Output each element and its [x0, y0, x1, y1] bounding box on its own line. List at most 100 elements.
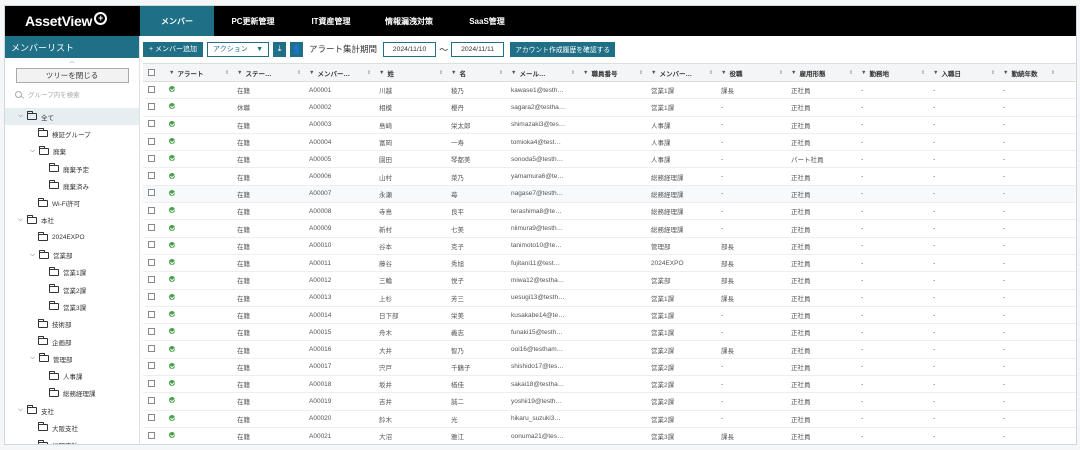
table-row[interactable]: 在籍 A00021 大沼 雅江 oonuma21@tes… 営業3課 課長 正社員 - - -: [143, 428, 1076, 444]
row-checkbox[interactable]: [143, 206, 165, 216]
row-checkbox[interactable]: [143, 379, 165, 389]
row-checkbox[interactable]: [143, 414, 165, 423]
table-row[interactable]: 在籍 A00007 永瀬 苺 nagase7@testh… 総務経理課 - 正社員 - - -: [143, 185, 1076, 204]
tree-node[interactable]: 営業1課: [5, 264, 139, 281]
filter-icon[interactable]: ▼: [451, 70, 456, 76]
table-row[interactable]: 在籍 A00014 日下部 栄美 kusakabe14@te… 営業1課 - 正社員 - - -: [143, 307, 1076, 325]
table-row[interactable]: 在籍 A00006 山村 菜乃 yamamura6@te… 総務経理課 - 正社員 - - -: [143, 168, 1076, 186]
tree-node[interactable]: 大阪支社: [5, 419, 139, 436]
row-checkbox[interactable]: [143, 345, 165, 354]
filter-icon[interactable]: ▼: [511, 70, 516, 76]
sort-icon[interactable]: ⇕: [297, 70, 301, 76]
table-row[interactable]: 在籍 A00016 大井 智乃 ooi16@testham… 営業2課 課長 正社員 - - -: [143, 341, 1076, 359]
tree-node[interactable]: ⌵ 支社: [5, 402, 139, 419]
column-header[interactable]: ▼ 入職日 ⇕: [929, 68, 999, 78]
filter-icon[interactable]: ▼: [651, 70, 656, 76]
column-header[interactable]: ▼ 勤務地 ⇕: [857, 68, 929, 78]
sort-icon[interactable]: ⇕: [367, 70, 371, 76]
table-cell[interactable]: A00002: [305, 104, 375, 111]
table-cell[interactable]: A00016: [305, 346, 375, 353]
row-checkbox[interactable]: [143, 224, 165, 233]
table-row[interactable]: 在籍 A00015 舟木 義志 funaki15@testh… 営業1課 - 正社員 - - -: [143, 324, 1076, 342]
table-row[interactable]: 在籍 A00011 藤谷 秀旭 fujitani11@test… 2024EXPO 部長 正社…: [143, 255, 1076, 273]
tree-node[interactable]: ⌵ 管理部: [5, 350, 139, 367]
table-cell[interactable]: A00011: [305, 260, 375, 267]
nav-tab-members[interactable]: メンバー: [140, 6, 214, 36]
table-row[interactable]: 在籍 A00012 三輪 悦子 miwa12@testha… 営業部 部長 正社員 - - -: [143, 272, 1076, 290]
logo[interactable]: AssetView +: [5, 6, 140, 36]
user-export-icon[interactable]: 👤: [290, 41, 304, 57]
nav-tab-it-assets[interactable]: IT資産管理: [292, 6, 370, 36]
filter-icon[interactable]: ▼: [721, 70, 726, 76]
table-cell[interactable]: A00005: [305, 156, 375, 163]
tree-node[interactable]: Wi-Fi許可: [5, 194, 139, 211]
nav-tab-leak-prevention[interactable]: 情報漏洩対策: [370, 6, 448, 36]
table-cell[interactable]: A00012: [305, 277, 375, 284]
row-checkbox[interactable]: [143, 102, 165, 112]
column-header[interactable]: ▼ ステー… ⇕: [233, 68, 305, 78]
table-cell[interactable]: A00014: [305, 312, 375, 319]
column-header[interactable]: ▼ 名 ⇕: [447, 68, 507, 78]
row-checkbox[interactable]: [143, 275, 165, 285]
table-cell[interactable]: A00008: [305, 208, 375, 215]
column-header[interactable]: ▼ メンバー… ⇕: [305, 68, 375, 78]
table-row[interactable]: 在籍 A00004 富岡 一寿 tomioka4@test… 人事課 - 正社員 - - -: [143, 134, 1076, 152]
row-checkbox[interactable]: [143, 189, 165, 198]
download-icon[interactable]: ⤓: [273, 41, 287, 57]
sort-icon[interactable]: ⇕: [779, 70, 783, 76]
date-to-input[interactable]: 2024/11/11: [451, 41, 505, 57]
row-checkbox[interactable]: [143, 327, 165, 337]
table-row[interactable]: 在籍 A00005 園田 琴都美 sonoda5@testh… 人事課 - パート社員 - - -: [143, 151, 1076, 169]
table-cell[interactable]: A00015: [305, 329, 375, 336]
expand-caret-icon[interactable]: ⌵: [17, 407, 24, 414]
tree-node[interactable]: 福岡支社: [5, 437, 139, 444]
table-row[interactable]: 在籍 A00003 島崎 栄太郎 shimazaki3@tes… 人事課 - 正社員 - - -: [143, 117, 1076, 134]
sort-icon[interactable]: ⇕: [571, 70, 575, 76]
collapse-tree-button[interactable]: ツリーを閉じる: [15, 68, 129, 83]
column-header[interactable]: ▼ 雇用形態 ⇕: [787, 68, 857, 78]
row-checkbox[interactable]: [143, 362, 165, 371]
filter-icon[interactable]: ▼: [237, 70, 242, 76]
row-checkbox[interactable]: [143, 310, 165, 320]
account-history-button[interactable]: アカウント作成履歴を確認する: [510, 41, 616, 57]
tree-node[interactable]: ⌵ 営業部: [5, 246, 139, 263]
action-dropdown[interactable]: アクション ▼: [207, 41, 270, 57]
sort-icon[interactable]: ⇕: [639, 70, 643, 76]
table-cell[interactable]: A00021: [305, 433, 375, 440]
column-header[interactable]: ▼ 勤続年数 ⇕: [999, 68, 1059, 78]
sort-icon[interactable]: ⇕: [991, 70, 995, 76]
table-cell[interactable]: A00007: [305, 190, 375, 197]
row-checkbox[interactable]: [143, 396, 165, 406]
sort-icon[interactable]: ⇕: [1051, 70, 1055, 76]
tree-node[interactable]: 廃棄予定: [5, 160, 139, 177]
table-cell[interactable]: A00017: [305, 363, 375, 370]
date-from-input[interactable]: 2024/11/10: [383, 41, 437, 57]
table-cell[interactable]: A00019: [305, 398, 375, 405]
table-row[interactable]: 在籍 A00018 坂井 楢佳 sakai18@testha… 営業2課 - 正社員 - - -: [143, 376, 1076, 394]
filter-icon[interactable]: ▼: [169, 70, 174, 76]
add-member-button[interactable]: + メンバー追加: [143, 41, 204, 57]
table-row[interactable]: 在籍 A00001 川越 稜乃 kawase1@testh… 営業1課 課長 正社員 - - -: [143, 82, 1076, 100]
tree-node[interactable]: ⌵ 全て: [5, 108, 139, 126]
sort-icon[interactable]: ⇕: [225, 70, 229, 76]
expand-caret-icon[interactable]: ⌵: [17, 217, 24, 224]
table-cell[interactable]: A00010: [305, 242, 375, 249]
filter-icon[interactable]: ▼: [1003, 70, 1008, 76]
tree-node[interactable]: 技術部: [5, 316, 139, 333]
expand-caret-icon[interactable]: ⌵: [29, 148, 36, 155]
tree-node[interactable]: 人事課: [5, 367, 139, 384]
row-checkbox[interactable]: [143, 137, 165, 147]
row-checkbox[interactable]: [143, 154, 165, 164]
table-cell[interactable]: A00018: [305, 381, 375, 388]
row-checkbox[interactable]: [143, 431, 165, 441]
nav-tab-pc-update[interactable]: PC更新管理: [214, 6, 292, 36]
sort-icon[interactable]: ⇕: [921, 70, 925, 76]
row-checkbox[interactable]: [143, 241, 165, 250]
table-row[interactable]: 在籍 A00010 谷本 克子 tanimoto10@te… 管理部 部長 正社員 - - -: [143, 238, 1076, 255]
column-header[interactable]: ▼ 職員番号 ⇕: [579, 68, 647, 78]
column-header[interactable]: ▼ メール… ⇕: [507, 68, 579, 78]
table-row[interactable]: 在籍 A00017 宍戸 千鶴子 shishido17@tes… 営業2課 - 正社員 - - -: [143, 359, 1076, 377]
filter-icon[interactable]: ▼: [861, 70, 866, 76]
sort-icon[interactable]: ⇕: [499, 70, 503, 76]
column-header[interactable]: ▼ アラート ⇕: [165, 68, 233, 78]
